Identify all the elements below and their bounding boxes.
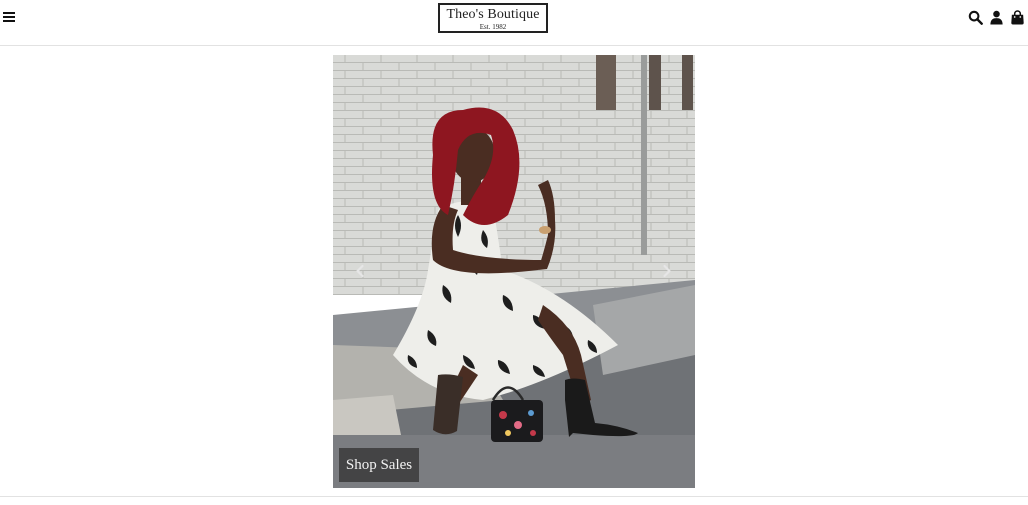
header-actions xyxy=(968,9,1025,25)
shop-sales-button[interactable]: Shop Sales xyxy=(339,448,419,482)
site-logo[interactable]: Theo's Boutique Est. 1982 xyxy=(438,3,548,33)
bottom-divider xyxy=(0,496,1028,497)
hero-carousel: Shop Sales xyxy=(333,55,695,488)
logo-established: Est. 1982 xyxy=(479,23,507,31)
site-header: Theo's Boutique Est. 1982 xyxy=(0,0,1028,46)
user-icon[interactable] xyxy=(989,10,1004,25)
logo-name: Theo's Boutique xyxy=(446,7,540,22)
chevron-right-icon[interactable] xyxy=(659,263,675,279)
chevron-left-icon[interactable] xyxy=(352,263,368,279)
hero-photo xyxy=(333,55,695,488)
shopping-bag-icon[interactable] xyxy=(1010,9,1025,25)
hamburger-menu-icon[interactable] xyxy=(3,11,15,23)
search-icon[interactable] xyxy=(968,10,983,25)
